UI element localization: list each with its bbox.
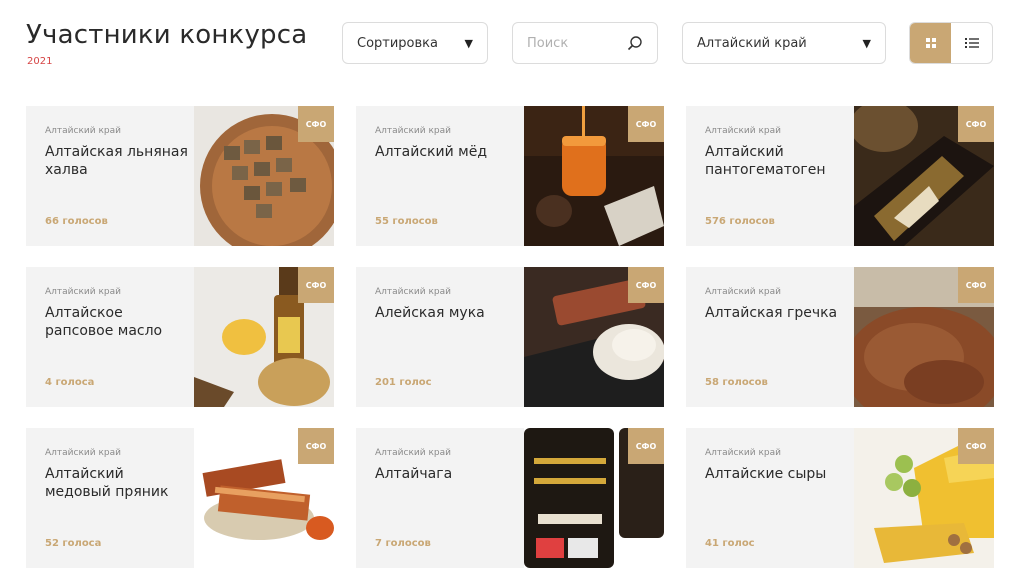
participant-card[interactable]: Алтайский край Алтайские сыры 41 голос С… [686, 428, 994, 568]
search-input[interactable]: Поиск [512, 22, 658, 64]
year-label: 2021 [27, 56, 53, 67]
federal-district-badge: СФО [298, 106, 334, 142]
region-value: Алтайский край [697, 35, 807, 51]
card-region: Алтайский край [705, 448, 781, 458]
search-placeholder: Поиск [527, 35, 569, 51]
card-title[interactable]: Алтайское рапсовое масло [45, 304, 190, 340]
card-votes: 41 голос [705, 538, 755, 549]
grid-view-button[interactable] [910, 23, 951, 63]
federal-district-badge: СФО [628, 267, 664, 303]
participant-card[interactable]: Алтайский край Алтайчага 7 голосов СФО [356, 428, 664, 568]
federal-district-badge: СФО [958, 428, 994, 464]
card-region: Алтайский край [705, 287, 781, 297]
participant-card[interactable]: Алтайский край Алтайское рапсовое масло … [26, 267, 334, 407]
cheese-image[interactable]: СФО [854, 428, 994, 568]
federal-district-badge: СФО [298, 267, 334, 303]
card-title[interactable]: Алтайская льняная халва [45, 143, 190, 179]
flour-image[interactable]: СФО [524, 267, 664, 407]
card-text: Алтайский край Алтайский пантогематоген … [686, 106, 854, 246]
participant-card[interactable]: Алтайский край Алтайский мёд 55 голосов … [356, 106, 664, 246]
card-region: Алтайский край [45, 287, 121, 297]
buckwheat-image[interactable]: СФО [854, 267, 994, 407]
participant-card[interactable]: Алтайский край Алтайский медовый пряник … [26, 428, 334, 568]
participant-card[interactable]: Алтайский край Алтайская льняная халва 6… [26, 106, 334, 246]
card-title[interactable]: Алейская мука [375, 304, 520, 322]
federal-district-badge: СФО [628, 106, 664, 142]
card-title[interactable]: Алтайская гречка [705, 304, 850, 322]
federal-district-badge: СФО [628, 428, 664, 464]
card-votes: 576 голосов [705, 216, 775, 227]
card-region: Алтайский край [375, 448, 451, 458]
card-region: Алтайский край [45, 126, 121, 136]
card-title[interactable]: Алтайский медовый пряник [45, 465, 190, 501]
caret-down-icon: ▼ [862, 36, 871, 50]
pantohematogen-image[interactable]: СФО [854, 106, 994, 246]
card-region: Алтайский край [705, 126, 781, 136]
card-votes: 55 голосов [375, 216, 438, 227]
list-view-button[interactable] [951, 23, 992, 63]
sort-label: Сортировка [357, 35, 438, 51]
halva-image[interactable]: СФО [194, 106, 334, 246]
search-icon[interactable] [627, 35, 643, 51]
card-text: Алтайский край Алтайская льняная халва 6… [26, 106, 194, 246]
card-votes: 4 голоса [45, 377, 95, 388]
federal-district-badge: СФО [958, 106, 994, 142]
card-text: Алтайский край Алтайский медовый пряник … [26, 428, 194, 568]
card-text: Алтайский край Алейская мука 201 голос [356, 267, 524, 407]
chaga-can-image[interactable]: СФО [524, 428, 664, 568]
card-title[interactable]: Алтайские сыры [705, 465, 850, 483]
page-title: Участники конкурса [26, 20, 308, 50]
participant-card[interactable]: Алтайский край Алтайский пантогематоген … [686, 106, 994, 246]
card-title[interactable]: Алтайский пантогематоген [705, 143, 850, 179]
view-toggle [909, 22, 993, 64]
participant-card[interactable]: Алтайский край Алейская мука 201 голос С… [356, 267, 664, 407]
card-votes: 66 голосов [45, 216, 108, 227]
caret-down-icon: ▼ [464, 36, 473, 50]
honey-image[interactable]: СФО [524, 106, 664, 246]
gingerbread-image[interactable]: СФО [194, 428, 334, 568]
card-text: Алтайский край Алтайчага 7 голосов [356, 428, 524, 568]
grid-icon [925, 38, 936, 48]
region-dropdown[interactable]: Алтайский край ▼ [682, 22, 886, 64]
card-region: Алтайский край [45, 448, 121, 458]
card-votes: 201 голос [375, 377, 432, 388]
card-title[interactable]: Алтайский мёд [375, 143, 520, 161]
card-votes: 7 голосов [375, 538, 431, 549]
card-votes: 58 голосов [705, 377, 768, 388]
list-icon [964, 38, 979, 48]
card-text: Алтайский край Алтайское рапсовое масло … [26, 267, 194, 407]
card-text: Алтайский край Алтайский мёд 55 голосов [356, 106, 524, 246]
card-region: Алтайский край [375, 287, 451, 297]
card-title[interactable]: Алтайчага [375, 465, 520, 483]
participants-grid: Алтайский край Алтайская льняная халва 6… [26, 106, 994, 568]
oil-image[interactable]: СФО [194, 267, 334, 407]
participant-card[interactable]: Алтайский край Алтайская гречка 58 голос… [686, 267, 994, 407]
card-votes: 52 голоса [45, 538, 102, 549]
card-region: Алтайский край [375, 126, 451, 136]
page-header: Участники конкурса 2021 Сортировка ▼ Пои… [0, 0, 1024, 100]
sort-dropdown[interactable]: Сортировка ▼ [342, 22, 488, 64]
federal-district-badge: СФО [958, 267, 994, 303]
card-text: Алтайский край Алтайские сыры 41 голос [686, 428, 854, 568]
card-text: Алтайский край Алтайская гречка 58 голос… [686, 267, 854, 407]
federal-district-badge: СФО [298, 428, 334, 464]
